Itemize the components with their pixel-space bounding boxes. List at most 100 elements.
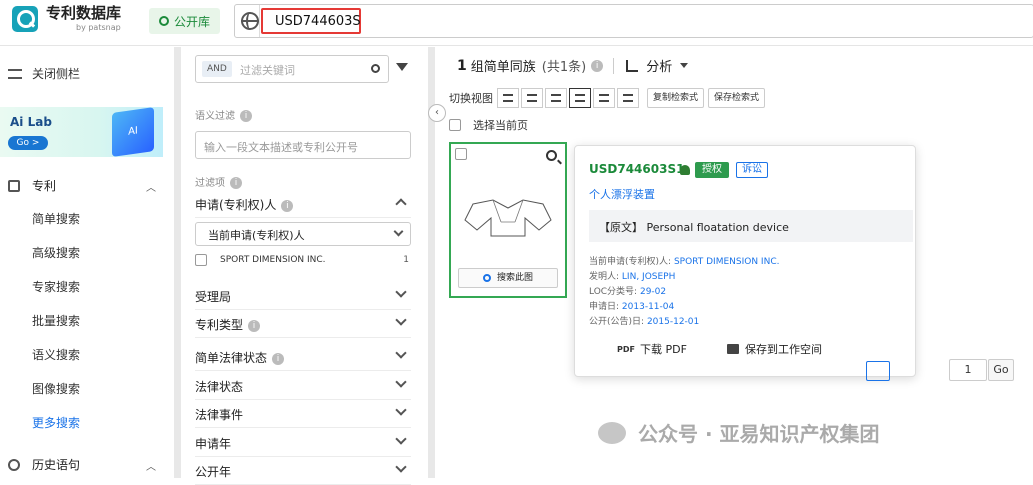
sidebar-item-batch-search[interactable]: 批量搜索 xyxy=(32,312,80,329)
chart-view-icon[interactable] xyxy=(617,88,639,108)
status-badge: 授权 xyxy=(695,162,729,178)
loc-link[interactable]: 29-02 xyxy=(640,287,666,297)
search-this-image-button[interactable]: 搜索此图 xyxy=(458,268,558,288)
filter-row-legal-event[interactable]: 法律事件 xyxy=(195,400,411,428)
sidebar-item-image-search[interactable]: 图像搜索 xyxy=(32,380,80,397)
sidebar: 关闭侧栏 Ai Lab Go > AI 专利 ︿ 简单搜索 高级搜索 专家搜索 … xyxy=(0,47,172,478)
info-icon[interactable]: i xyxy=(272,352,285,365)
globe-icon[interactable] xyxy=(241,12,259,30)
ai-lab-go-button[interactable]: Go > xyxy=(8,136,48,150)
select-page-checkbox[interactable] xyxy=(449,119,461,131)
chevron-up-icon[interactable] xyxy=(395,198,407,210)
save-to-workspace-button[interactable]: 保存到工作空间 xyxy=(727,341,822,357)
page-input[interactable]: 1 xyxy=(949,359,987,381)
semantic-filter-label: 语义过滤 i xyxy=(195,107,252,122)
analysis-button[interactable]: 分析 xyxy=(646,56,672,75)
filter-row-patent-type[interactable]: 专利类型 i xyxy=(195,310,411,338)
meta-filing-date: 申请日: 2013-11-04 xyxy=(589,302,675,312)
filter-row-applicant[interactable]: 申请(专利权)人 i xyxy=(195,190,411,218)
chevron-down-icon xyxy=(393,226,404,237)
sidebar-section-label: 历史语句 xyxy=(32,458,81,472)
app-logo[interactable]: 专利数据库 by patsnap xyxy=(12,6,121,32)
search-icon[interactable] xyxy=(371,64,380,73)
collapse-icon xyxy=(8,68,22,79)
sidebar-section-history[interactable]: 历史语句 ︿ xyxy=(8,456,158,473)
applicant-select[interactable]: 当前申请(专利权)人 xyxy=(195,222,411,246)
info-icon[interactable]: i xyxy=(230,177,242,189)
sidebar-item-advanced-search[interactable]: 高级搜索 xyxy=(32,244,80,261)
collapse-label: 关闭侧栏 xyxy=(32,67,81,81)
result-checkbox[interactable] xyxy=(455,148,467,160)
split-view-icon[interactable] xyxy=(593,88,615,108)
info-icon[interactable]: i xyxy=(281,199,294,212)
chevron-down-icon xyxy=(395,461,407,473)
pdf-icon: PDF xyxy=(617,344,635,354)
go-button[interactable]: Go xyxy=(988,359,1014,381)
ai-lab-title: Ai Lab xyxy=(10,115,52,129)
applicant-link[interactable]: SPORT DIMENSION INC. xyxy=(674,257,780,267)
collapse-sidebar-button[interactable]: 关闭侧栏 xyxy=(8,65,80,82)
sidebar-item-more-search[interactable]: 更多搜索 xyxy=(32,414,80,431)
filter-row-simple-legal-status[interactable]: 简单法律状态 i xyxy=(195,343,411,371)
filter-row-filing-year[interactable]: 申请年 xyxy=(195,429,411,457)
folder-icon xyxy=(727,344,739,354)
caret-down-icon[interactable] xyxy=(680,63,689,68)
query-input[interactable]: USD744603S xyxy=(261,8,361,34)
applicant-option[interactable]: SPORT DIMENSION INC. 1 xyxy=(195,254,411,266)
info-icon[interactable]: i xyxy=(240,110,252,122)
litigation-badge[interactable]: 诉讼 xyxy=(736,162,768,178)
inventor-link[interactable]: LIN, JOSEPH xyxy=(622,272,675,282)
image-view-icon[interactable] xyxy=(545,88,567,108)
filter-keyword-input[interactable]: 过滤关键词 xyxy=(240,62,295,78)
ai-lab-banner[interactable]: Ai Lab Go > AI xyxy=(0,107,163,157)
grid-view-icon[interactable] xyxy=(569,88,591,108)
filter-row-office[interactable]: 受理局 xyxy=(195,282,411,310)
publication-number[interactable]: USD744603S1 xyxy=(589,162,684,176)
patsnap-logo-icon xyxy=(12,6,38,32)
patent-detail-card: USD744603S1 授权 诉讼 个人漂浮装置 【原文】 Personal f… xyxy=(574,145,916,377)
sidebar-section-label: 专利 xyxy=(32,179,57,193)
query-bar[interactable]: USD744603S xyxy=(234,4,1033,38)
database-selector[interactable]: 公开库 xyxy=(149,8,221,34)
select-page[interactable]: 选择当前页 xyxy=(449,117,528,133)
summary-view-icon[interactable] xyxy=(521,88,543,108)
filter-row-legal-status[interactable]: 法律状态 xyxy=(195,372,411,400)
bar-chart-icon xyxy=(626,59,639,72)
info-icon[interactable]: i xyxy=(248,319,261,332)
sidebar-item-simple-search[interactable]: 简单搜索 xyxy=(32,210,80,227)
chevron-down-icon xyxy=(395,314,407,326)
database-label: 公开库 xyxy=(174,14,211,29)
filter-items-label: 过滤项 i xyxy=(195,174,242,189)
sidebar-item-semantic-search[interactable]: 语义搜索 xyxy=(32,346,80,363)
person-icon xyxy=(680,165,690,175)
divider xyxy=(613,57,615,74)
zoom-in-icon[interactable] xyxy=(546,150,557,161)
select-page-label: 选择当前页 xyxy=(473,119,528,132)
list-view-icon[interactable] xyxy=(497,88,519,108)
patent-icon xyxy=(8,179,20,192)
download-pdf-button[interactable]: PDF 下载 PDF xyxy=(617,341,687,357)
sidebar-scrollbar[interactable] xyxy=(174,47,181,478)
result-thumbnail[interactable]: 搜索此图 xyxy=(449,142,567,298)
chevron-up-icon: ︿ xyxy=(146,462,156,473)
applicant-checkbox[interactable] xyxy=(195,254,207,266)
filter-icon[interactable] xyxy=(396,63,408,71)
sidebar-item-expert-search[interactable]: 专家搜索 xyxy=(32,278,80,295)
and-operator-tag[interactable]: AND xyxy=(202,61,232,77)
filter-keyword-search[interactable]: AND 过滤关键词 xyxy=(195,55,389,83)
copy-query-button[interactable]: 复制检索式 xyxy=(647,88,705,108)
save-query-button[interactable]: 保存检索式 xyxy=(708,88,766,108)
info-icon[interactable]: i xyxy=(591,59,604,72)
filter-row-pub-year[interactable]: 公开年 xyxy=(195,457,411,485)
sidebar-section-patent[interactable]: 专利 ︿ xyxy=(8,177,158,194)
meta-loc: LOC分类号: 29-02 xyxy=(589,287,667,297)
image-search-icon xyxy=(482,273,491,282)
patent-drawing xyxy=(464,199,552,237)
patent-title[interactable]: 个人漂浮装置 xyxy=(589,186,655,202)
page-number-button[interactable] xyxy=(866,361,890,381)
semantic-filter-input[interactable]: 输入一段文本描述或专利公开号 xyxy=(195,131,411,159)
applicant-select-value: 当前申请(专利权)人 xyxy=(208,229,305,242)
divider xyxy=(259,5,260,37)
ai-cube-icon: AI xyxy=(112,107,154,157)
chevron-up-icon: ︿ xyxy=(146,183,156,194)
